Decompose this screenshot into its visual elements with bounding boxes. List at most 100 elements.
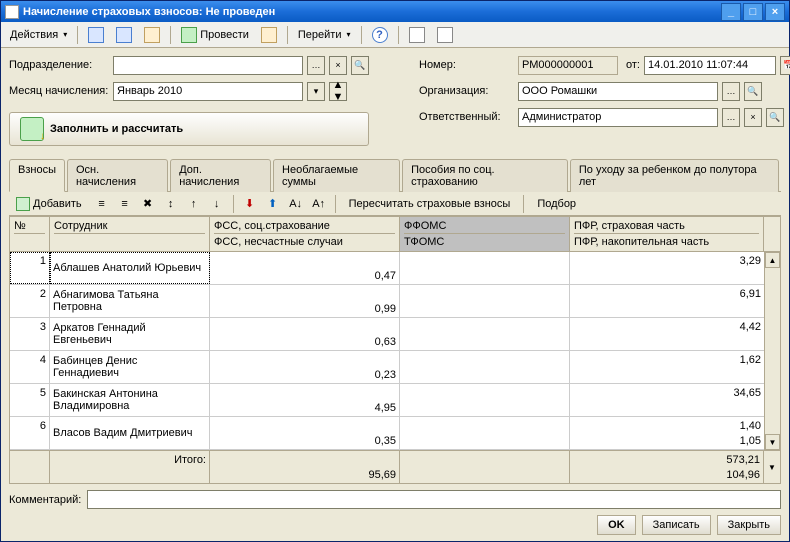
actions-menu[interactable]: Действия (5, 25, 72, 45)
add-icon (16, 197, 30, 211)
date-input[interactable] (644, 56, 776, 75)
post-button[interactable]: Провести (176, 25, 254, 45)
org-search-button[interactable]: 🔍 (744, 82, 762, 101)
grid-btn-1[interactable]: ≡ (92, 195, 112, 213)
nav-back-button[interactable] (83, 25, 109, 45)
main-toolbar: Действия Провести Перейти ? (1, 22, 789, 48)
doc-icon (144, 27, 160, 43)
month-dropdown-button[interactable]: ▾ (307, 82, 325, 101)
minimize-button[interactable]: _ (721, 3, 741, 21)
grid-btn-4[interactable]: ↕ (161, 195, 181, 213)
sort-az-button[interactable]: A↓ (286, 195, 306, 213)
fill-calculate-button[interactable]: Заполнить и рассчитать (9, 112, 369, 146)
subdivision-search-button[interactable]: 🔍 (351, 56, 369, 75)
nav-fwd-button[interactable] (111, 25, 137, 45)
tab-nontaxable[interactable]: Необлагаемые суммы (273, 159, 400, 192)
org-select-button[interactable]: … (722, 82, 740, 101)
subdivision-clear-button[interactable]: × (329, 56, 347, 75)
totals-row: Итого: 95,69 573,21104,96 ▼ (10, 450, 780, 483)
list-icon (409, 27, 425, 43)
move-up-button[interactable]: ⬆ (263, 195, 283, 213)
doc-icon-2 (261, 27, 277, 43)
tabs: Взносы Осн. начисления Доп. начисления Н… (9, 158, 781, 192)
resp-label: Ответственный: (419, 111, 514, 123)
resp-select-button[interactable]: … (722, 108, 740, 127)
window-icon (5, 5, 19, 19)
subdivision-select-button[interactable]: … (307, 56, 325, 75)
tab-childcare[interactable]: По уходу за ребенком до полутора лет (570, 159, 779, 192)
grid-btn-3[interactable]: ✖ (138, 195, 158, 213)
list-icon-2 (437, 27, 453, 43)
post-icon (181, 27, 197, 43)
col-pfr2[interactable]: ПФР, накопительная часть (574, 234, 759, 249)
totals-label: Итого: (174, 452, 206, 467)
fill-calculate-icon (20, 117, 44, 141)
subdivision-label: Подразделение: (9, 59, 109, 71)
grid-btn-2[interactable]: ≡ (115, 195, 135, 213)
move-down-button[interactable]: ⬇ (240, 195, 260, 213)
month-label: Месяц начисления: (9, 85, 109, 97)
toolbar-btn-1[interactable] (139, 25, 165, 45)
comment-label: Комментарий: (9, 494, 81, 506)
org-label: Организация: (419, 85, 514, 97)
table-row[interactable]: 2Абнагимова Татьяна Петровна0,996,91 (10, 285, 780, 318)
date-picker-button[interactable]: 📅 (780, 56, 790, 75)
comment-input[interactable] (87, 490, 781, 509)
toolbar-btn-3[interactable] (404, 25, 430, 45)
toolbar-btn-2[interactable] (256, 25, 282, 45)
col-number[interactable]: № (14, 219, 45, 234)
grid-btn-6[interactable]: ↓ (207, 195, 227, 213)
grid-toolbar: Добавить ≡ ≡ ✖ ↕ ↑ ↓ ⬇ ⬆ A↓ A↑ Пересчита… (9, 192, 781, 216)
close-button[interactable]: × (765, 3, 785, 21)
number-label: Номер: (419, 59, 514, 71)
totals-pfr2: 104,96 (726, 467, 760, 482)
window-title: Начисление страховых взносов: Не проведе… (23, 6, 721, 18)
add-button[interactable]: Добавить (9, 195, 89, 213)
goto-menu[interactable]: Перейти (293, 25, 356, 45)
recalculate-button[interactable]: Пересчитать страховые взносы (342, 195, 518, 213)
help-button[interactable]: ? (367, 25, 393, 45)
scroll-up-button[interactable]: ▲ (765, 252, 780, 268)
ok-button[interactable]: OK (597, 515, 636, 535)
toolbar-btn-4[interactable] (432, 25, 458, 45)
month-spin-up[interactable]: ▲▼ (329, 82, 347, 101)
resp-search-button[interactable]: 🔍 (766, 108, 784, 127)
resp-clear-button[interactable]: × (744, 108, 762, 127)
titlebar: Начисление страховых взносов: Не проведе… (1, 1, 789, 22)
tab-main-accruals[interactable]: Осн. начисления (67, 159, 168, 192)
tab-add-accruals[interactable]: Доп. начисления (170, 159, 271, 192)
scroll-down-button[interactable]: ▼ (765, 434, 780, 450)
table-row[interactable]: 3Аркатов Геннадий Евгеньевич0,634,42 (10, 318, 780, 351)
save-button[interactable]: Записать (642, 515, 711, 535)
table-row[interactable]: 4Бабинцев Денис Геннадиевич0,231,62 (10, 351, 780, 384)
col-ffoms2[interactable]: ТФОМС (404, 234, 565, 249)
col-fss1[interactable]: ФСС, соц.страхование (214, 219, 395, 234)
arrow-right-icon (116, 27, 132, 43)
col-pfr1[interactable]: ПФР, страховая часть (574, 219, 759, 234)
totals-pfr1: 573,21 (726, 452, 760, 467)
select-button[interactable]: Подбор (530, 195, 583, 213)
sort-za-button[interactable]: A↑ (309, 195, 329, 213)
col-ffoms1[interactable]: ФФОМС (404, 219, 565, 234)
table-row[interactable]: 6Власов Вадим Дмитриевич0,351,401,05 (10, 417, 780, 450)
help-icon: ? (372, 27, 388, 43)
number-input[interactable] (518, 56, 618, 75)
month-input[interactable] (113, 82, 303, 101)
arrow-left-icon (88, 27, 104, 43)
vertical-scrollbar[interactable]: ▲ ▼ (764, 252, 780, 450)
tab-benefits[interactable]: Пособия по соц. страхованию (402, 159, 568, 192)
subdivision-input[interactable] (113, 56, 303, 75)
table-row[interactable]: 5Бакинская Антонина Владимировна4,9534,6… (10, 384, 780, 417)
resp-input[interactable] (518, 108, 718, 127)
col-fss2[interactable]: ФСС, несчастные случаи (214, 234, 395, 249)
maximize-button[interactable]: □ (743, 3, 763, 21)
table-row[interactable]: 1Аблашев Анатолий Юрьевич0,473,29 (10, 252, 780, 285)
grid-btn-5[interactable]: ↑ (184, 195, 204, 213)
close-form-button[interactable]: Закрыть (717, 515, 781, 535)
col-employee[interactable]: Сотрудник (54, 219, 205, 234)
org-input[interactable] (518, 82, 718, 101)
tab-contributions[interactable]: Взносы (9, 159, 65, 192)
from-label: от: (626, 59, 640, 71)
totals-fss2: 95,69 (368, 467, 396, 482)
data-grid[interactable]: № Сотрудник ФСС, соц.страхованиеФСС, нес… (9, 216, 781, 484)
